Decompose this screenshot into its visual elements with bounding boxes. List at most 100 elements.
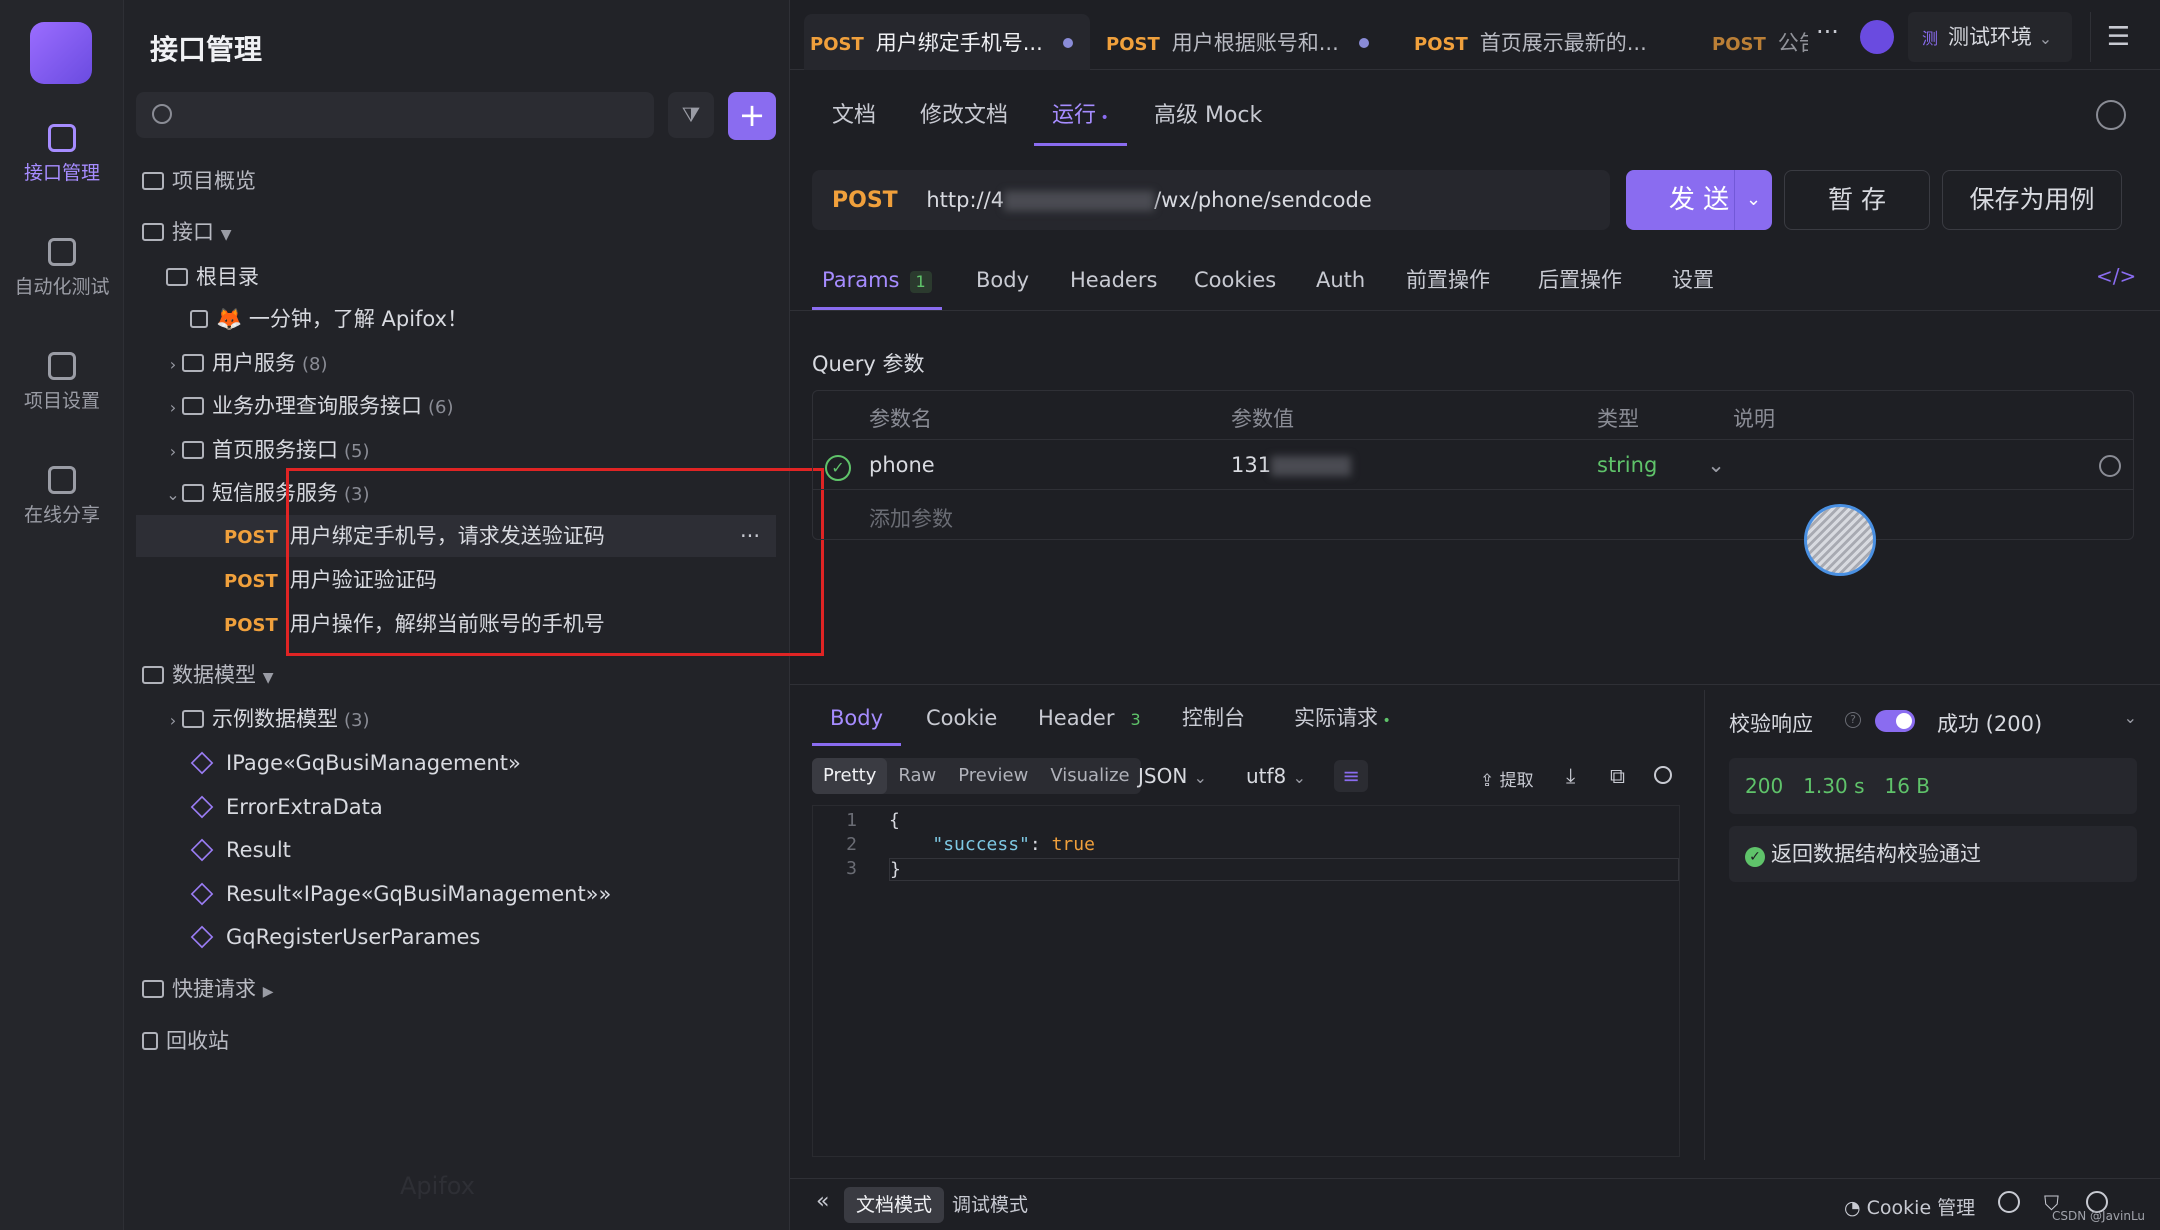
tab-headers[interactable]: Headers xyxy=(1070,250,1157,310)
menu-icon[interactable]: ☰ xyxy=(2090,12,2146,62)
save-as-case-button[interactable]: 保存为用例 xyxy=(1942,170,2122,230)
tab-cookies[interactable]: Cookies xyxy=(1194,250,1276,310)
rail-item-settings[interactable]: 项目设置 xyxy=(0,352,124,413)
validate-toggle[interactable] xyxy=(1875,710,1915,732)
resp-tab-console[interactable]: 控制台 xyxy=(1182,690,1245,746)
lang-select[interactable]: JSON ⌄ xyxy=(1138,764,1207,788)
tab-params[interactable]: Params 1 xyxy=(812,250,942,310)
filter-button[interactable]: ⧩ xyxy=(668,92,714,138)
caret-down-icon: ▼ xyxy=(262,670,274,686)
debug-mode-button[interactable]: 调试模式 xyxy=(940,1187,1040,1223)
upload-icon[interactable] xyxy=(1998,1191,2020,1213)
send-button[interactable]: 发 送 ⌄ xyxy=(1626,170,1772,230)
tree-intro-doc[interactable]: 🦊 一分钟，了解 Apifox！ xyxy=(124,298,790,340)
app-logo xyxy=(30,22,92,84)
format-raw[interactable]: Raw xyxy=(887,758,947,794)
model-item[interactable]: Result xyxy=(124,829,790,871)
resp-tab-body[interactable]: Body xyxy=(812,690,902,746)
resp-tab-cookie[interactable]: Cookie xyxy=(926,690,997,746)
chevron-down-icon[interactable]: ⌄ xyxy=(1734,170,1772,230)
folder-count: (5) xyxy=(344,441,370,462)
tab-home-latest[interactable]: POST 首页展示最新的... xyxy=(1414,14,1684,70)
method-select[interactable]: POST xyxy=(832,188,898,213)
collapse-icon[interactable]: « xyxy=(816,1189,829,1214)
tab-notice[interactable]: POST 公告 xyxy=(1712,14,1808,70)
subtab-edit-doc[interactable]: 修改文档 xyxy=(920,86,1008,146)
data-models-section[interactable]: 数据模型 ▼ xyxy=(124,654,790,696)
response-code[interactable]: 1 2 3 { "success": true } xyxy=(812,805,1680,1157)
model-item[interactable]: ErrorExtraData xyxy=(124,786,790,828)
subtab-run[interactable]: 运行 • xyxy=(1034,86,1127,146)
cookie-manager[interactable]: ◔ Cookie 管理 xyxy=(1844,1193,1975,1220)
rail-item-api[interactable]: 接口管理 xyxy=(0,124,124,185)
history-icon[interactable] xyxy=(2096,100,2126,130)
encoding-label: utf8 xyxy=(1246,764,1287,788)
cookie-label: Cookie 管理 xyxy=(1866,1197,1976,1219)
resp-tab-actual-request[interactable]: 实际请求 • xyxy=(1294,690,1391,746)
search-input[interactable] xyxy=(136,92,654,138)
tab-pre-ops[interactable]: 前置操作 xyxy=(1406,250,1490,310)
tab-bar: POST 用户绑定手机号... POST 用户根据账号和... POST 首页展示最新… xyxy=(790,0,2160,70)
help-icon[interactable]: ? xyxy=(1845,712,1861,728)
format-visualize[interactable]: Visualize xyxy=(1039,758,1140,794)
sync-icon[interactable] xyxy=(1860,20,1894,54)
col-header-desc: 说明 xyxy=(1733,407,1775,431)
model-item[interactable]: GqRegisterUserParames xyxy=(124,916,790,958)
interfaces-section[interactable]: 接口 ▼ xyxy=(124,211,790,253)
download-icon[interactable]: ⤓ xyxy=(1566,764,1575,789)
subtab-mock[interactable]: 高级 Mock xyxy=(1154,86,1262,146)
format-pretty[interactable]: Pretty xyxy=(812,758,888,794)
wrap-icon[interactable]: ≡ xyxy=(1334,760,1368,792)
copy-icon[interactable]: ⧉ xyxy=(1610,764,1625,789)
floating-avatar[interactable] xyxy=(1804,504,1876,576)
folder-count: (6) xyxy=(428,397,454,418)
folder-business-query[interactable]: › 业务办理查询服务接口 (6) xyxy=(124,385,790,427)
method-badge: POST xyxy=(1414,34,1468,55)
add-button[interactable]: + xyxy=(728,92,776,140)
env-selector[interactable]: 测测试环境 ⌄ xyxy=(1908,12,2072,62)
param-type-select[interactable]: string ⌄ xyxy=(1597,453,1725,477)
trash-section[interactable]: 回收站 xyxy=(124,1020,790,1062)
remove-param-icon[interactable] xyxy=(2099,455,2121,477)
model-item[interactable]: Result«IPage«GqBusiManagement»» xyxy=(124,873,790,915)
tab-post-ops[interactable]: 后置操作 xyxy=(1538,250,1622,310)
status-select[interactable]: 成功 (200) ⌄ xyxy=(1937,708,2137,738)
tab-bind-phone[interactable]: POST 用户绑定手机号... xyxy=(804,14,1090,70)
folder-home-service[interactable]: › 首页服务接口 (5) xyxy=(124,429,790,471)
model-item[interactable]: IPage«GqBusiManagement» xyxy=(124,742,790,784)
folder-label: 业务办理查询服务接口 xyxy=(212,394,422,418)
chevron-down-icon: ⌄ xyxy=(1707,453,1725,477)
encoding-select[interactable]: utf8 ⌄ xyxy=(1246,764,1306,788)
quick-request-section[interactable]: 快捷请求 ▶ xyxy=(124,968,790,1010)
code-icon[interactable]: </> xyxy=(2096,264,2136,288)
models-label: 数据模型 xyxy=(172,663,256,687)
folder-user-service[interactable]: › 用户服务 (8) xyxy=(124,342,790,384)
model-name: ErrorExtraData xyxy=(226,795,383,819)
tree-root[interactable]: 根目录 xyxy=(124,256,790,298)
more-tabs-icon[interactable]: ··· xyxy=(1816,18,1839,46)
resp-tab-header[interactable]: Header 3 xyxy=(1038,690,1147,746)
add-param-input[interactable]: 添加参数 xyxy=(869,503,953,533)
tab-auth[interactable]: Auth xyxy=(1316,250,1365,310)
rail-item-share[interactable]: 在线分享 xyxy=(0,466,124,527)
doc-mode-button[interactable]: 文档模式 xyxy=(844,1187,945,1223)
save-draft-button[interactable]: 暂 存 xyxy=(1784,170,1930,230)
subtab-doc[interactable]: 文档 xyxy=(832,86,876,146)
tab-body[interactable]: Body xyxy=(976,250,1029,310)
format-preview[interactable]: Preview xyxy=(947,758,1039,794)
extract-button[interactable]: ⇪ 提取 xyxy=(1480,766,1534,791)
search-icon[interactable] xyxy=(1654,766,1672,784)
chevron-right-icon: › xyxy=(169,711,177,730)
tab-settings[interactable]: 设置 xyxy=(1672,250,1714,310)
folder-label: 用户服务 xyxy=(212,351,296,375)
param-name-cell[interactable]: phone xyxy=(869,453,935,477)
url-bar[interactable]: POST http://4/wx/phone/sendcode xyxy=(812,170,1610,230)
project-overview[interactable]: 项目概览 xyxy=(124,160,790,202)
param-value-cell[interactable]: 131 xyxy=(1231,453,1352,477)
tab-label: 首页展示最新的... xyxy=(1479,31,1647,55)
folder-sample-models[interactable]: › 示例数据模型 (3) xyxy=(124,698,790,740)
share-icon xyxy=(48,466,76,494)
check-circle-icon[interactable]: ✓ xyxy=(825,455,851,481)
tab-account[interactable]: POST 用户根据账号和... xyxy=(1106,14,1392,70)
rail-item-automation[interactable]: 自动化测试 xyxy=(0,238,124,299)
